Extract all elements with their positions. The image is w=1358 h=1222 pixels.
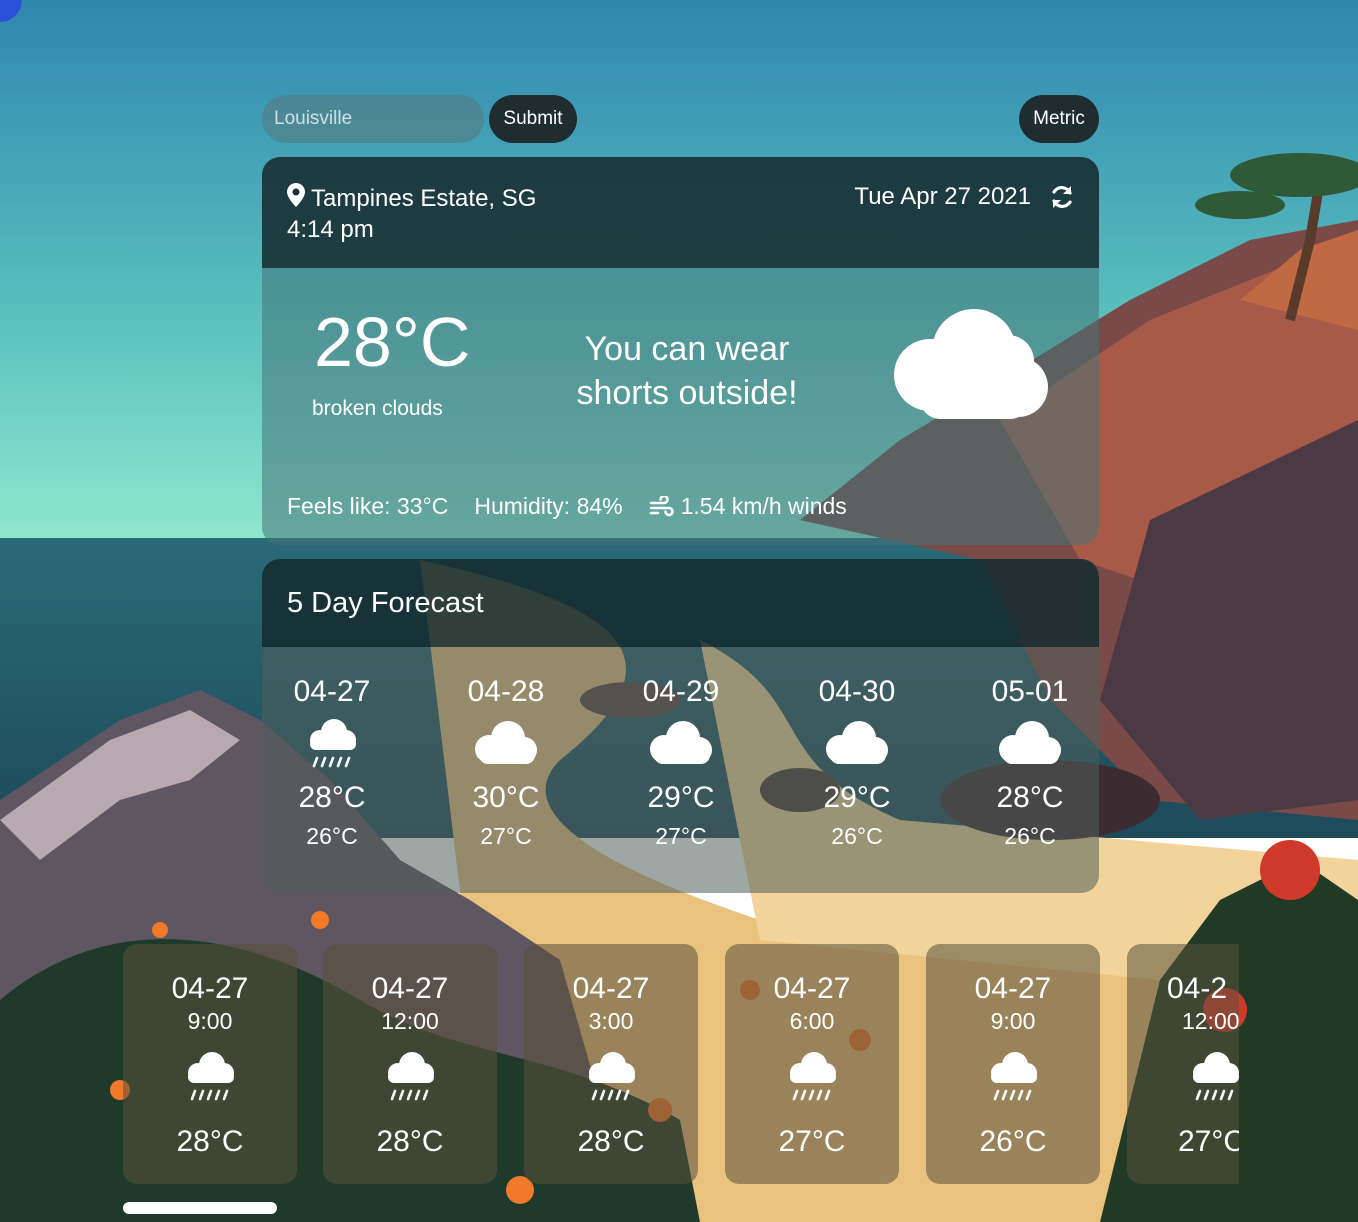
forecast-title: 5 Day Forecast (287, 587, 484, 619)
hourly-date: 04-27 (371, 972, 449, 1005)
forecast-day-date: 05-01 (991, 675, 1069, 708)
forecast-high: 28°C (996, 781, 1064, 814)
forecast-day: 04-28 30°C 27°C (436, 675, 576, 850)
forecast-day: 04-27 28°C 26°C (262, 675, 402, 850)
hourly-temperature: 28°C (577, 1125, 645, 1158)
city-search-input[interactable] (262, 95, 484, 143)
hourly-time: 9:00 (990, 1008, 1036, 1034)
rain-cloud-icon (1127, 1049, 1239, 1111)
submit-button[interactable]: Submit (489, 95, 577, 143)
wind-speed: 1.54 km/h winds (680, 493, 847, 519)
rain-cloud-icon (926, 1049, 1100, 1111)
current-temperature: 28°C (314, 303, 471, 381)
weather-stats: Feels like: 33°C Humidity: 84% 1.54 km/h… (287, 493, 847, 520)
refresh-icon[interactable] (1049, 184, 1075, 210)
clothing-advice: You can wear shorts outside! (576, 330, 798, 412)
forecast-day-date: 04-29 (642, 675, 720, 708)
forecast-day: 04-30 29°C 26°C (787, 675, 927, 850)
hourly-forecast-card[interactable]: 04-27 9:00 28°C (123, 944, 297, 1184)
hourly-forecast-card[interactable]: 04-27 12:00 28°C (323, 944, 497, 1184)
wind-icon (649, 495, 675, 518)
forecast-low: 27°C (480, 823, 532, 849)
date-row: Tue Apr 27 2021 (854, 183, 1075, 211)
hourly-forecast-card[interactable]: 04-27 3:00 28°C (524, 944, 698, 1184)
current-weather-header: Tampines Estate, SG 4:14 pm Tue Apr 27 2… (262, 157, 1099, 268)
forecast-high: 29°C (823, 781, 891, 814)
rain-cloud-icon (725, 1049, 899, 1111)
rain-cloud-icon (262, 711, 402, 775)
hourly-temperature: 27°C (1178, 1125, 1239, 1158)
hourly-date: 04-27 (171, 972, 249, 1005)
five-day-forecast-card: 5 Day Forecast 04-27 28°C 26°C 04-28 30°… (262, 559, 1099, 893)
units-toggle-button[interactable]: Metric (1019, 95, 1099, 143)
cloud-icon (890, 309, 1050, 426)
current-weather-card: Tampines Estate, SG 4:14 pm Tue Apr 27 2… (262, 157, 1099, 545)
hourly-date: 04-27 (773, 972, 851, 1005)
hourly-time: 12:00 (1182, 1008, 1239, 1034)
humidity: Humidity: 84% (474, 493, 623, 519)
hourly-time: 6:00 (789, 1008, 835, 1034)
hourly-date: 04-27 (974, 972, 1052, 1005)
forecast-high: 30°C (472, 781, 540, 814)
forecast-high: 29°C (647, 781, 715, 814)
hourly-time: 9:00 (187, 1008, 233, 1034)
hourly-date: 04-2 (1167, 972, 1228, 1005)
hourly-temperature: 27°C (778, 1125, 846, 1158)
hourly-temperature: 28°C (376, 1125, 444, 1158)
hourly-time: 12:00 (381, 1008, 439, 1034)
forecast-low: 26°C (1004, 823, 1056, 849)
forecast-day-date: 04-28 (467, 675, 545, 708)
forecast-day: 04-29 29°C 27°C (611, 675, 751, 850)
cloud-icon (436, 711, 576, 775)
cloud-icon (960, 711, 1099, 775)
hourly-time: 3:00 (588, 1008, 634, 1034)
location-name: Tampines Estate, SG (311, 184, 537, 212)
local-time: 4:14 pm (287, 216, 374, 243)
location-pin-icon (287, 183, 311, 214)
forecast-high: 28°C (298, 781, 366, 814)
rain-cloud-icon (524, 1049, 698, 1111)
forecast-day: 05-01 28°C 26°C (960, 675, 1099, 850)
forecast-header: 5 Day Forecast (262, 559, 1099, 647)
forecast-day-date: 04-30 (818, 675, 896, 708)
weather-description: broken clouds (312, 397, 443, 420)
forecast-low: 26°C (306, 823, 358, 849)
hourly-temperature: 26°C (979, 1125, 1047, 1158)
cloud-icon (787, 711, 927, 775)
hourly-forecast-card[interactable]: 04-27 9:00 26°C (926, 944, 1100, 1184)
rain-cloud-icon (323, 1049, 497, 1111)
feels-like: Feels like: 33°C (287, 493, 449, 519)
hourly-temperature: 28°C (176, 1125, 244, 1158)
hourly-date: 04-27 (572, 972, 650, 1005)
hourly-forecast-card[interactable]: 04-2 12:00 27°C (1127, 944, 1239, 1184)
cloud-icon (611, 711, 751, 775)
forecast-low: 27°C (655, 823, 707, 849)
hourly-forecast-card[interactable]: 04-27 6:00 27°C (725, 944, 899, 1184)
rain-cloud-icon (123, 1049, 297, 1111)
forecast-low: 26°C (831, 823, 883, 849)
current-date: Tue Apr 27 2021 (854, 183, 1031, 210)
forecast-day-date: 04-27 (293, 675, 371, 708)
location-row: Tampines Estate, SG (287, 183, 536, 214)
home-indicator[interactable] (123, 1202, 277, 1214)
